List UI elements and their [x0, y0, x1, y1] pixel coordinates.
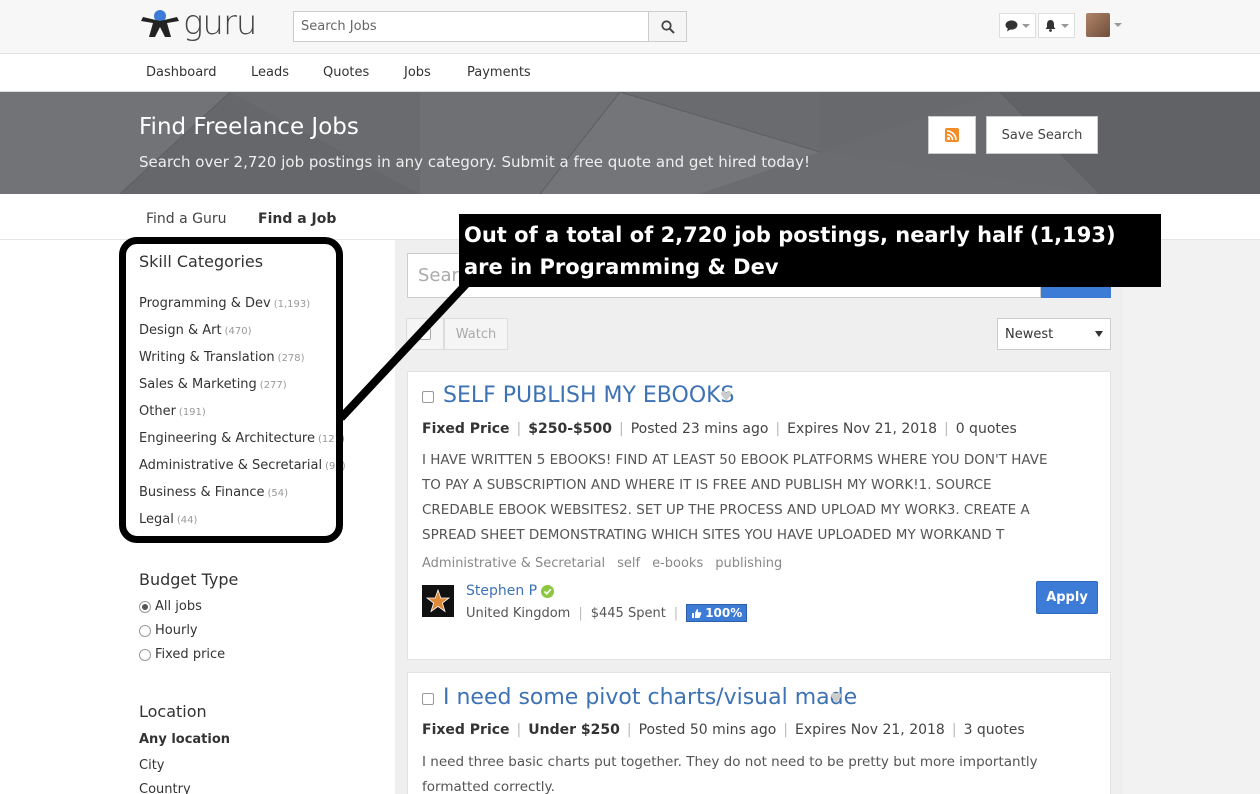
- radio-selected: [139, 600, 151, 613]
- radio-unselected: [139, 648, 151, 661]
- nav-leads[interactable]: Leads: [251, 65, 289, 80]
- sort-value: Newest: [1005, 326, 1054, 342]
- job-posted: Posted 50 mins ago: [638, 722, 777, 738]
- logo-text: guru: [183, 3, 257, 43]
- nav-payments[interactable]: Payments: [467, 65, 531, 80]
- messages-dropdown[interactable]: [999, 13, 1036, 38]
- thumbs-up-icon: [692, 608, 702, 618]
- avatar: [1086, 13, 1110, 37]
- page-title: Find Freelance Jobs: [139, 114, 359, 140]
- search-icon: [660, 19, 675, 34]
- job-type: Fixed Price: [422, 421, 510, 437]
- chevron-down-icon: [1061, 23, 1069, 28]
- job-quotes: 0 quotes: [955, 421, 1017, 437]
- top-header: guru: [0, 0, 1260, 54]
- location-country[interactable]: Country: [139, 782, 191, 794]
- employer-country: United Kingdom: [466, 605, 571, 621]
- guru-logo-icon: [141, 10, 179, 37]
- rating-value: 100%: [705, 606, 743, 620]
- job-card: SELF PUBLISH MY EBOOKS ♥ Fixed Price | $25…: [407, 371, 1111, 660]
- apply-button[interactable]: Apply: [1036, 581, 1098, 614]
- annotation-highlight-box: [119, 237, 343, 543]
- job-checkbox[interactable]: [422, 391, 434, 403]
- header-search: [293, 11, 687, 42]
- select-all-checkbox[interactable]: [406, 318, 444, 350]
- nav-dashboard[interactable]: Dashboard: [146, 65, 217, 80]
- job-budget: $250-$500: [528, 421, 613, 437]
- nav-quotes[interactable]: Quotes: [323, 65, 369, 80]
- job-title[interactable]: SELF PUBLISH MY EBOOKS: [443, 383, 735, 408]
- tab-find-a-job[interactable]: Find a Job: [258, 211, 336, 227]
- location-city[interactable]: City: [139, 758, 164, 773]
- chat-bubble-icon: [1005, 19, 1018, 31]
- search-input[interactable]: [294, 12, 648, 41]
- employer-name-row[interactable]: Stephen P: [466, 583, 555, 599]
- annotation-callout: Out of a total of 2,720 job postings, ne…: [459, 214, 1161, 287]
- rss-icon: [945, 128, 959, 142]
- hero-banner: Find Freelance Jobs Search over 2,720 jo…: [0, 92, 1260, 194]
- job-expires: Expires Nov 21, 2018: [795, 722, 945, 738]
- notifications-dropdown[interactable]: [1038, 13, 1075, 38]
- job-title[interactable]: I need some pivot charts/visual made: [443, 685, 857, 710]
- checkbox: [419, 328, 431, 340]
- job-posted: Posted 23 mins ago: [630, 421, 769, 437]
- job-card: I need some pivot charts/visual made ♥ F…: [407, 672, 1111, 794]
- page-subtitle: Search over 2,720 job postings in any ca…: [139, 153, 810, 171]
- job-checkbox[interactable]: [422, 693, 434, 705]
- rss-button[interactable]: [928, 116, 976, 154]
- verified-check-icon: [541, 584, 555, 598]
- nav-jobs[interactable]: Jobs: [404, 65, 431, 80]
- job-type: Fixed Price: [422, 722, 510, 738]
- budget-hourly-radio[interactable]: Hourly: [139, 623, 198, 638]
- employer-avatar[interactable]: [422, 585, 454, 617]
- search-button[interactable]: [648, 12, 686, 41]
- job-quotes: 3 quotes: [963, 722, 1025, 738]
- employer-name: Stephen P: [466, 583, 538, 599]
- guru-logo[interactable]: guru: [139, 3, 257, 43]
- tag[interactable]: e-books: [652, 556, 703, 571]
- dropdown-arrow-icon: [1095, 331, 1103, 337]
- heart-icon[interactable]: ♥: [830, 691, 843, 707]
- header-icons: [999, 13, 1075, 38]
- save-search-button[interactable]: Save Search: [986, 116, 1098, 154]
- radio-unselected: [139, 624, 151, 637]
- employer-meta: United Kingdom | $445 Spent | 100%: [466, 604, 748, 622]
- job-meta: Fixed Price | Under $250 | Posted 50 mins ag…: [422, 722, 1025, 738]
- watch-button[interactable]: Watch: [444, 318, 508, 350]
- radio-label: Fixed price: [155, 647, 226, 662]
- job-budget: Under $250: [528, 722, 620, 738]
- tag[interactable]: self: [617, 556, 640, 571]
- job-meta: Fixed Price | $250-$500 | Posted 23 mins ago…: [422, 421, 1017, 437]
- location-any[interactable]: Any location: [139, 732, 230, 747]
- job-description: I need three basic charts put together. …: [422, 754, 1038, 794]
- radio-label: All jobs: [155, 599, 202, 614]
- tag[interactable]: Administrative & Secretarial: [422, 556, 605, 571]
- chevron-down-icon: [1114, 23, 1122, 27]
- tab-find-a-guru[interactable]: Find a Guru: [146, 211, 227, 227]
- employer-spent: $445 Spent: [590, 605, 666, 621]
- chevron-down-icon: [1022, 23, 1030, 28]
- main-nav: Dashboard Leads Quotes Jobs Payments: [0, 54, 1260, 92]
- sort-select[interactable]: Newest: [997, 318, 1111, 350]
- budget-all-jobs-radio[interactable]: All jobs: [139, 599, 202, 614]
- location-title: Location: [139, 702, 207, 721]
- budget-type-title: Budget Type: [139, 570, 239, 589]
- user-menu[interactable]: [1086, 13, 1122, 37]
- job-tags: Administrative & Secretarial self e-books p…: [422, 556, 794, 571]
- rating-badge: 100%: [686, 604, 748, 622]
- tag[interactable]: publishing: [715, 556, 782, 571]
- heart-icon[interactable]: ♥: [720, 389, 733, 405]
- job-expires: Expires Nov 21, 2018: [787, 421, 937, 437]
- budget-fixed-price-radio[interactable]: Fixed price: [139, 647, 225, 662]
- job-description: I HAVE WRITTEN 5 EBOOKS! FIND AT LEAST 5…: [422, 452, 1048, 543]
- radio-label: Hourly: [155, 623, 198, 638]
- bell-icon: [1045, 20, 1056, 32]
- star-logo-icon: [426, 589, 450, 613]
